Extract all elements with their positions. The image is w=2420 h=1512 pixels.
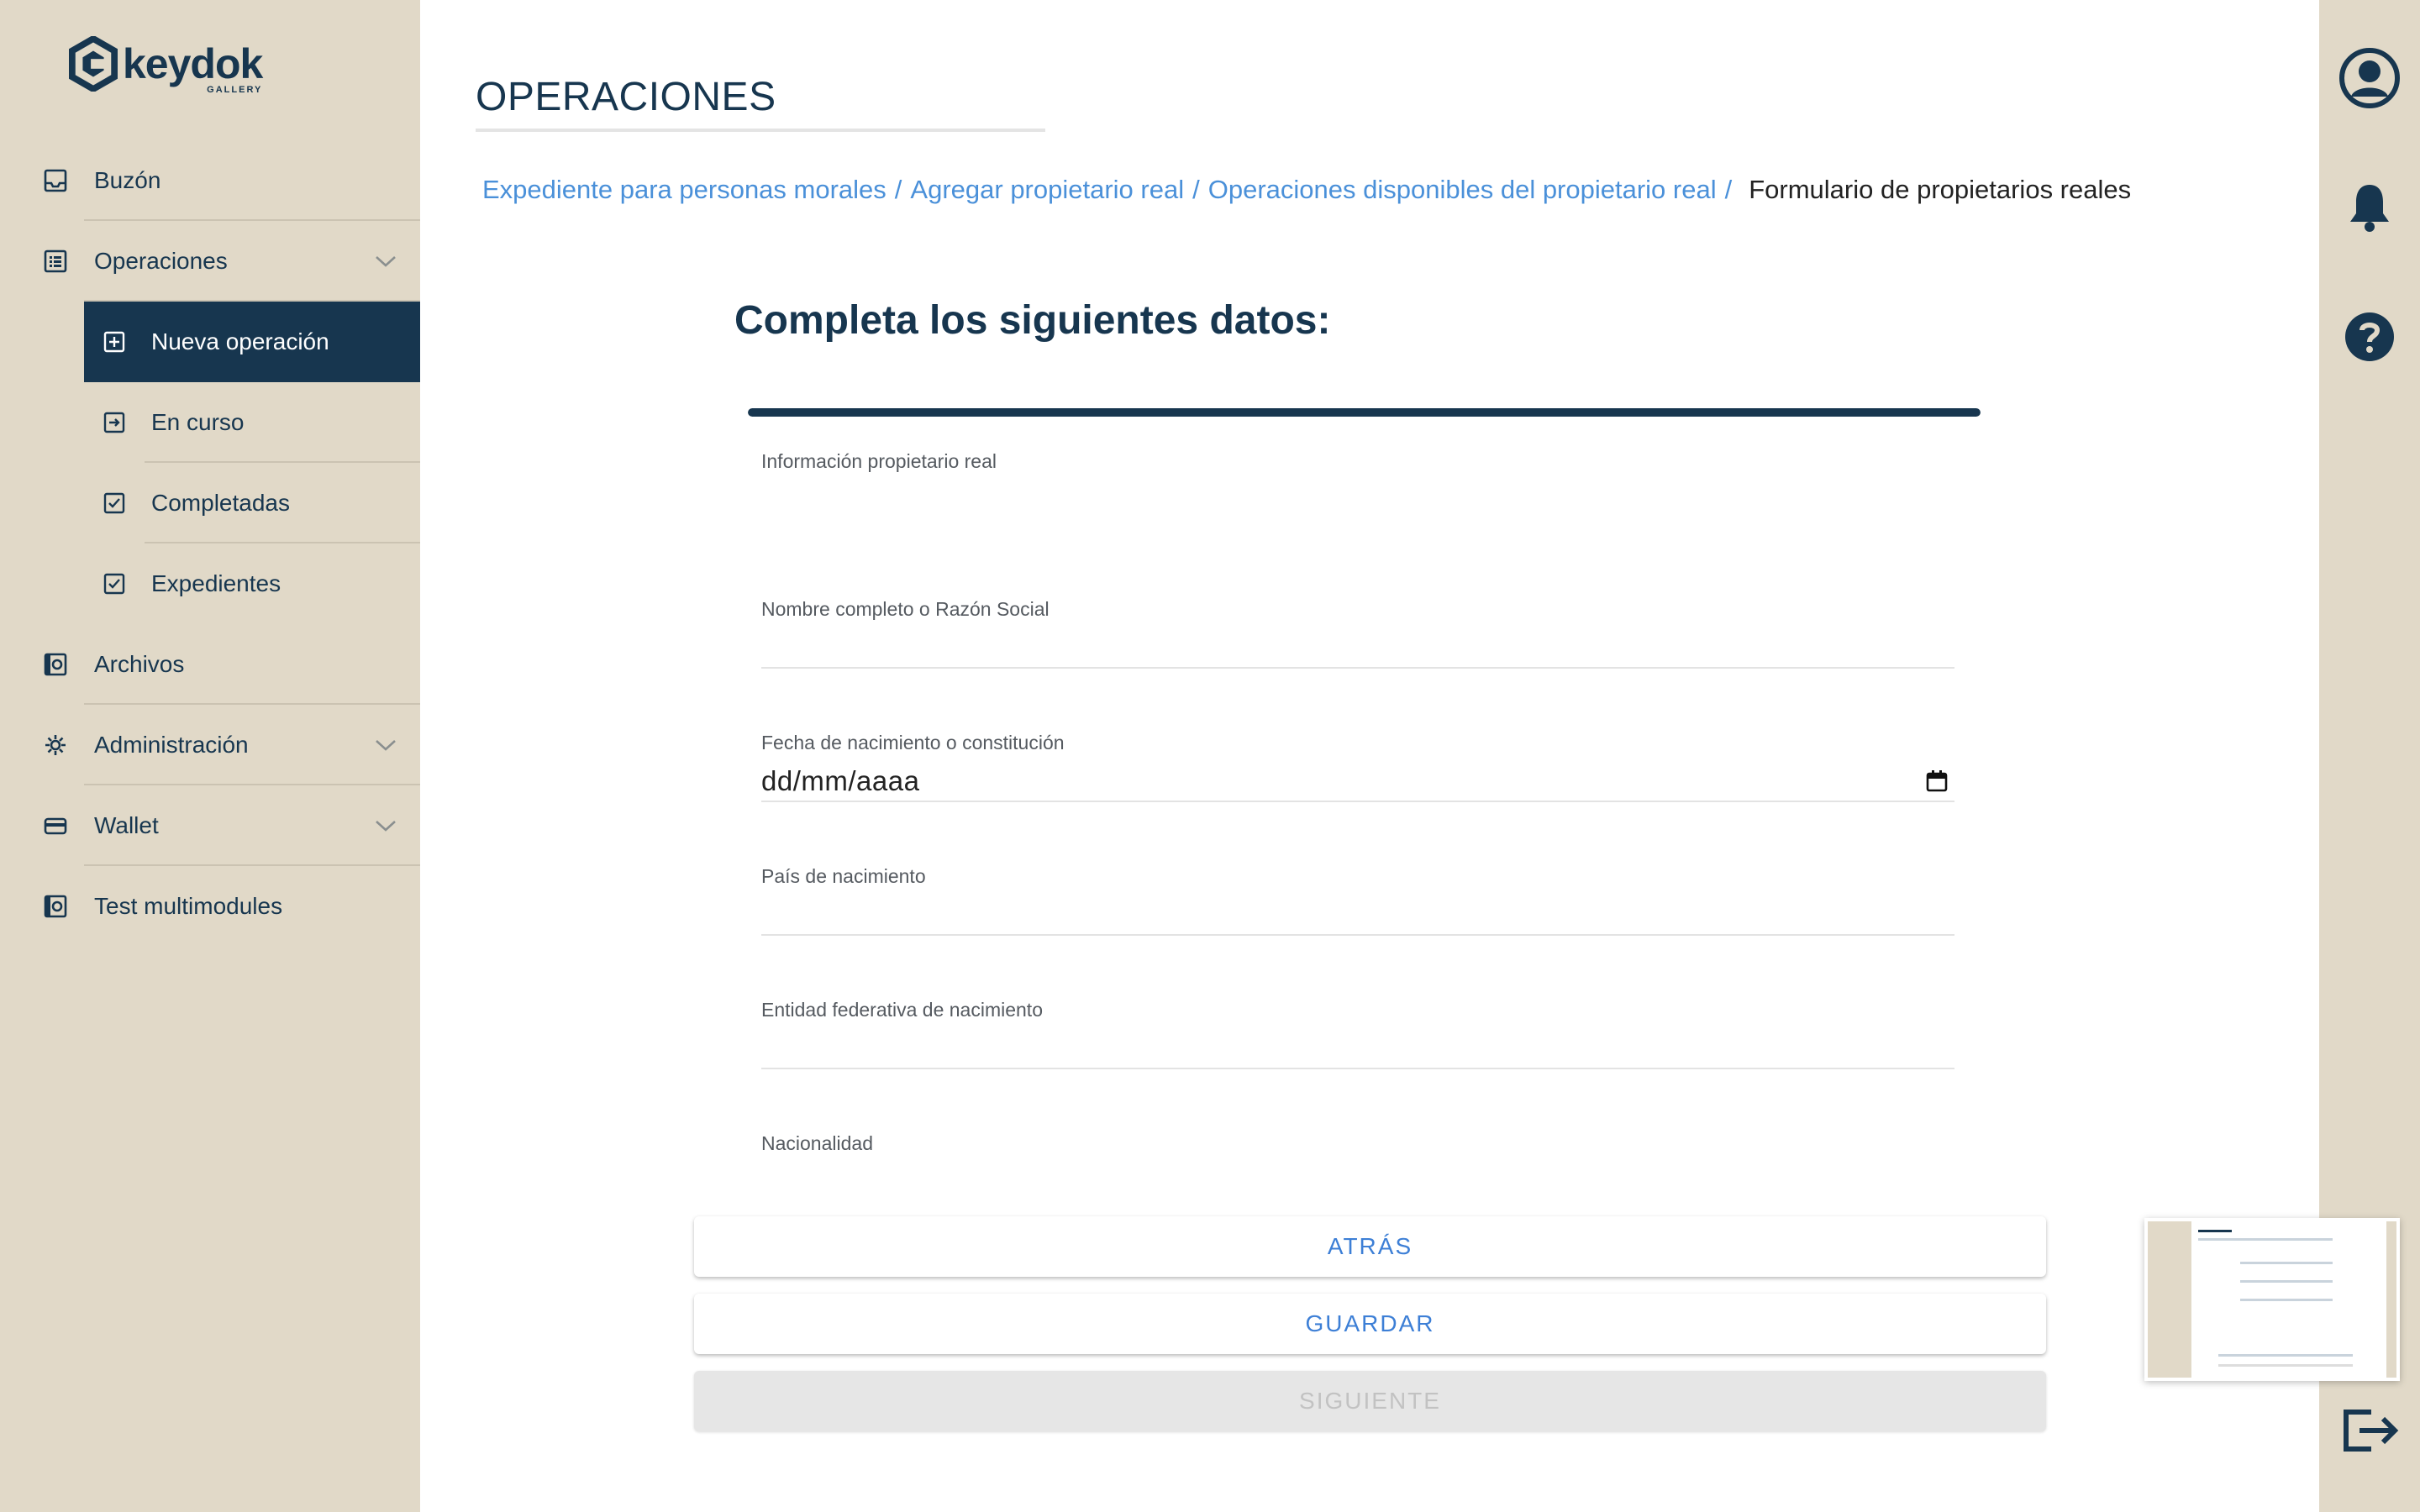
sidebar-item-test-multimodules[interactable]: Test multimodules: [0, 866, 420, 947]
inbox-icon: [42, 167, 69, 194]
thumbnail-line: [2198, 1230, 2232, 1232]
help-icon: [2344, 311, 2396, 367]
file-box-icon: [42, 893, 69, 920]
sidebar-item-label: Wallet: [94, 812, 159, 838]
sidebar-item-operaciones[interactable]: Operaciones: [0, 221, 420, 302]
sidebar-item-completadas[interactable]: Completadas: [0, 463, 420, 543]
breadcrumb-link[interactable]: Operaciones disponibles del propietario …: [1208, 175, 1717, 205]
sidebar: keydok GALLERY Buzón Operaciones Nueva o…: [0, 0, 420, 1512]
sidebar-item-label: Operaciones: [94, 248, 228, 274]
breadcrumb-separator: /: [1724, 175, 1733, 204]
sidebar-item-nueva-operacion[interactable]: Nueva operación: [84, 302, 420, 382]
arrow-square-icon: [101, 409, 128, 436]
notifications-button[interactable]: [2319, 171, 2420, 247]
state-field: Entidad federativa de nacimiento: [761, 999, 1954, 1069]
birth-date-input[interactable]: dd/mm/aaaa: [761, 762, 1954, 802]
title-underline: [476, 129, 1045, 132]
sidebar-item-administracion[interactable]: Administración: [0, 705, 420, 785]
next-button: SIGUIENTE: [694, 1371, 2046, 1431]
logout-button[interactable]: [2319, 1394, 2420, 1470]
sidebar-nav: Buzón Operaciones Nueva operación En cur…: [0, 140, 420, 947]
breadcrumb-link[interactable]: Expediente para personas morales: [482, 175, 886, 205]
state-field-label: Entidad federativa de nacimiento: [761, 999, 1043, 1021]
breadcrumb-current: Formulario de propietarios reales: [1749, 175, 2132, 204]
sidebar-item-label: Buzón: [94, 167, 161, 193]
country-input[interactable]: [761, 895, 1954, 936]
thumbnail-line: [2240, 1262, 2333, 1264]
breadcrumb-separator: /: [894, 175, 902, 204]
list-icon: [42, 248, 69, 275]
file-box-icon: [42, 651, 69, 678]
sidebar-item-expedientes[interactable]: Expedientes: [0, 543, 420, 624]
form-title: Completa los siguientes datos:: [734, 298, 1331, 343]
back-button[interactable]: ATRÁS: [694, 1216, 2046, 1277]
user-avatar-icon: [2338, 46, 2402, 114]
country-field: País de nacimiento: [761, 865, 1954, 936]
wallet-icon: [42, 812, 69, 839]
breadcrumb-separator: /: [1192, 175, 1200, 204]
help-button[interactable]: [2319, 301, 2420, 376]
section-label: Información propietario real: [761, 450, 997, 472]
thumbnail-rail: [2386, 1221, 2396, 1378]
country-field-label: País de nacimiento: [761, 865, 926, 887]
sidebar-item-label: Expedientes: [151, 570, 281, 596]
profile-button[interactable]: [2319, 42, 2420, 118]
sidebar-item-label: Test multimodules: [94, 893, 283, 919]
sidebar-item-wallet[interactable]: Wallet: [0, 785, 420, 866]
nationality-field: Nacionalidad: [761, 1132, 1954, 1155]
sidebar-item-label: Administración: [94, 732, 249, 758]
check-square-icon: [101, 570, 128, 597]
chevron-down-icon[interactable]: [373, 249, 398, 274]
page-thumbnail-preview[interactable]: [2144, 1218, 2400, 1381]
breadcrumb-link[interactable]: Agregar propietario real: [910, 175, 1184, 205]
name-input[interactable]: [761, 628, 1954, 669]
name-field-label: Nombre completo o Razón Social: [761, 598, 1050, 620]
nationality-field-label: Nacionalidad: [761, 1132, 873, 1154]
save-button[interactable]: GUARDAR: [694, 1294, 2046, 1354]
form-progress-bar: [748, 408, 1981, 417]
keydok-logo-icon: [69, 36, 118, 92]
sidebar-item-label: Completadas: [151, 490, 290, 516]
thumbnail-line: [2240, 1299, 2333, 1301]
sidebar-item-buzon[interactable]: Buzón: [0, 140, 420, 221]
brand-logo[interactable]: keydok GALLERY: [69, 30, 271, 97]
thumbnail-line: [2218, 1354, 2353, 1357]
calendar-icon[interactable]: [1924, 769, 1949, 794]
sidebar-item-label: Archivos: [94, 651, 185, 677]
sidebar-item-label: Nueva operación: [151, 328, 329, 354]
chevron-down-icon[interactable]: [373, 732, 398, 758]
page-title: OPERACIONES: [476, 75, 776, 119]
thumbnail-line: [2198, 1238, 2333, 1241]
form-progress-fill: [748, 408, 1981, 417]
sidebar-item-label: En curso: [151, 409, 245, 435]
gear-icon: [42, 732, 69, 759]
chevron-down-icon[interactable]: [373, 813, 398, 838]
bell-icon: [2346, 181, 2393, 238]
sidebar-item-archivos[interactable]: Archivos: [0, 624, 420, 705]
birth-date-field-label: Fecha de nacimiento o constitución: [761, 732, 1065, 753]
check-square-icon: [101, 490, 128, 517]
brand-name: keydok: [123, 40, 263, 87]
birth-date-field: Fecha de nacimiento o constitución dd/mm…: [761, 732, 1954, 802]
thumbnail-line: [2240, 1280, 2333, 1283]
plus-square-icon: [101, 328, 128, 355]
name-field: Nombre completo o Razón Social: [761, 598, 1954, 669]
breadcrumb: Expediente para personas morales / Agreg…: [482, 171, 2131, 208]
logout-icon: [2339, 1407, 2400, 1458]
thumbnail-line: [2218, 1364, 2353, 1367]
state-input[interactable]: [761, 1029, 1954, 1069]
thumbnail-sidebar: [2148, 1221, 2191, 1378]
sidebar-item-en-curso[interactable]: En curso: [0, 382, 420, 463]
birth-date-value: dd/mm/aaaa: [761, 765, 920, 796]
brand-subtitle: GALLERY: [207, 85, 263, 95]
